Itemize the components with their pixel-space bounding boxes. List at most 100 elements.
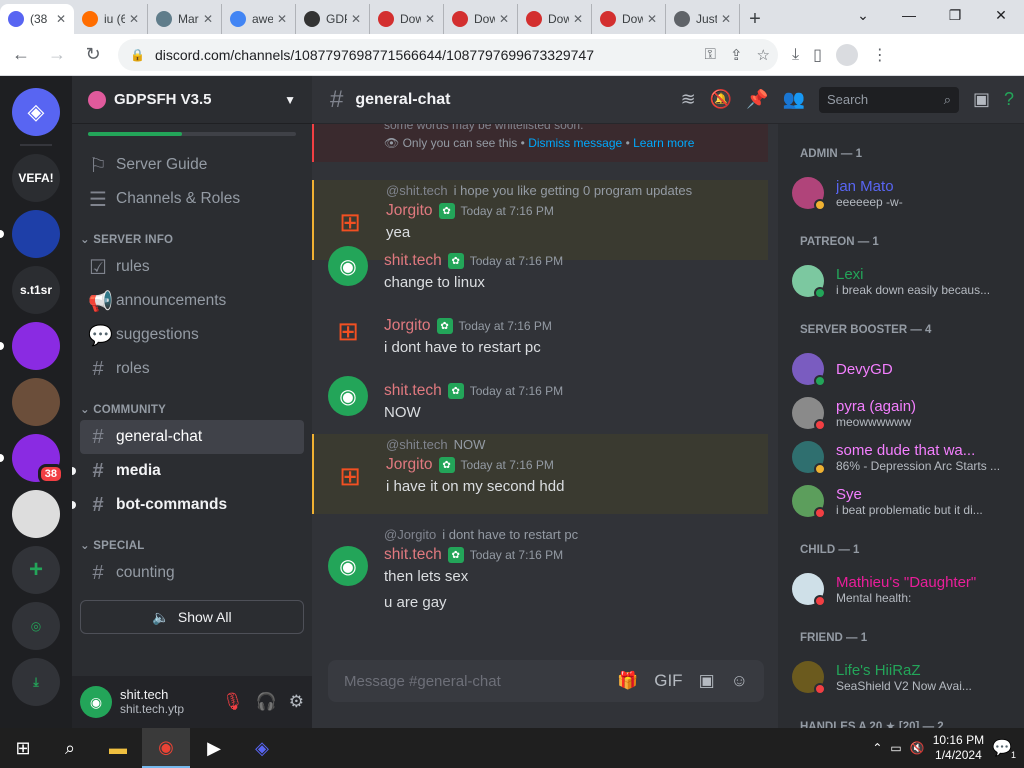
browser-tab[interactable]: Downl ✕: [370, 4, 444, 34]
inbox-icon[interactable]: ▣: [973, 89, 990, 110]
message-input[interactable]: Message #general-chat 🎁 GIF ▣ ☺: [328, 660, 764, 702]
forward-button[interactable]: →: [42, 40, 72, 70]
close-tab-icon[interactable]: ✕: [721, 12, 731, 26]
browser-tab[interactable]: iu (61(✕: [74, 4, 148, 34]
new-tab-button[interactable]: +: [740, 4, 770, 34]
close-tab-icon[interactable]: ✕: [425, 12, 435, 26]
download-icon[interactable]: ⤓: [792, 46, 799, 64]
browser-tab[interactable]: Downl ✕: [444, 4, 518, 34]
channel-category[interactable]: ⌄ SPECIAL: [80, 522, 304, 556]
share-icon[interactable]: ⇪: [730, 46, 743, 64]
channel-item[interactable]: # counting: [80, 556, 304, 590]
message[interactable]: ⊞ Jorgito ✿ Today at 7:16 PM i dont have to …: [312, 307, 768, 369]
message-author[interactable]: Jorgito: [386, 202, 433, 220]
avatar[interactable]: ◉: [328, 546, 368, 586]
member-item[interactable]: Mathieu's "Daughter" Mental health:: [792, 568, 1016, 610]
avatar[interactable]: ⊞: [330, 202, 370, 242]
explore-icon[interactable]: ◎: [12, 602, 60, 650]
chrome-icon[interactable]: ◉: [142, 728, 190, 768]
close-tab-icon[interactable]: ✕: [203, 12, 213, 26]
message-author[interactable]: shit.tech: [384, 382, 442, 400]
minimize-button[interactable]: —: [886, 0, 932, 30]
sidebar-item[interactable]: ⚐ Server Guide: [80, 148, 304, 182]
settings-gear-icon[interactable]: ⚙: [289, 692, 304, 712]
notification-bell-icon[interactable]: 🔕: [710, 89, 732, 110]
avatar[interactable]: ◉: [328, 376, 368, 416]
maximize-button[interactable]: ❐: [932, 0, 978, 30]
close-tab-icon[interactable]: ✕: [351, 12, 361, 26]
server-icon[interactable]: ◈: [12, 88, 60, 136]
message[interactable]: ⊞ @shit.tech NOW Jorgito ✿ Today at 7:16 PM i …: [312, 434, 768, 514]
discord-taskbar-icon[interactable]: ◈: [238, 728, 286, 768]
channel-item[interactable]: # bot-commands: [72, 488, 304, 522]
emoji-icon[interactable]: ☺: [731, 671, 748, 691]
close-tab-icon[interactable]: ✕: [129, 12, 139, 26]
guild-header[interactable]: GDPSFH V3.5 ▼: [72, 76, 312, 124]
key-icon[interactable]: ⚿: [705, 46, 716, 64]
sticker-icon[interactable]: ▣: [699, 671, 715, 691]
channel-category[interactable]: ⌄ SERVER INFO: [80, 216, 304, 250]
avatar[interactable]: ◉: [80, 686, 112, 718]
gif-icon[interactable]: GIF: [654, 671, 682, 691]
reply-preview[interactable]: @shit.tech NOW: [386, 434, 768, 454]
close-tab-icon[interactable]: ✕: [56, 12, 66, 26]
media-player-icon[interactable]: ▶: [190, 728, 238, 768]
channel-item[interactable]: # roles: [80, 352, 304, 386]
windows-start-icon[interactable]: ⊞: [0, 738, 46, 759]
channel-item[interactable]: 💬 suggestions: [80, 318, 304, 352]
gift-icon[interactable]: 🎁: [617, 671, 638, 691]
profile-icon[interactable]: [835, 43, 858, 66]
server-icon[interactable]: VEFA!: [12, 154, 60, 202]
member-item[interactable]: jan Mato eeeeeep -w-: [792, 172, 1016, 214]
search-icon[interactable]: ⌕: [46, 728, 94, 768]
browser-tab[interactable]: Downl ✕: [518, 4, 592, 34]
volume-icon[interactable]: 🔇: [910, 741, 925, 755]
learn-more-link[interactable]: Learn more: [633, 136, 694, 150]
threads-icon[interactable]: ≋: [681, 89, 696, 110]
download-apps-icon[interactable]: ⤓: [12, 658, 60, 706]
mute-mic-icon[interactable]: 🎙: [222, 692, 244, 712]
close-tab-icon[interactable]: ✕: [573, 12, 583, 26]
member-item[interactable]: DevyGD: [792, 348, 1016, 390]
channel-item[interactable]: ☑ rules: [80, 250, 304, 284]
message[interactable]: ◉ shit.tech ✿ Today at 7:16 PM change to lin…: [312, 242, 768, 304]
reply-preview[interactable]: @Jorgito i dont have to restart pc: [384, 524, 768, 544]
chevron-up-icon[interactable]: ⌃: [872, 741, 882, 755]
clock[interactable]: 10:16 PM 1/4/2024: [933, 733, 984, 763]
message-author[interactable]: Jorgito: [386, 456, 433, 474]
message-author[interactable]: shit.tech: [384, 252, 442, 270]
reload-button[interactable]: ↻: [78, 40, 108, 70]
message-author[interactable]: Jorgito: [384, 317, 431, 335]
browser-tab[interactable]: Just a ✕: [666, 4, 740, 34]
close-tab-icon[interactable]: ✕: [647, 12, 657, 26]
close-window-button[interactable]: ✕: [978, 0, 1024, 30]
search-input[interactable]: Search ⌕: [818, 86, 959, 113]
dismiss-link[interactable]: Dismiss message: [528, 136, 622, 150]
message[interactable]: ◉ @Jorgito i dont have to restart pc shit.t…: [312, 524, 768, 624]
close-tab-icon[interactable]: ✕: [277, 12, 287, 26]
browser-tab[interactable]: Downl ✕: [592, 4, 666, 34]
avatar[interactable]: ⊞: [328, 311, 368, 351]
member-item[interactable]: pyra (again) meowwwwww: [792, 392, 1016, 434]
network-icon[interactable]: ▭: [890, 741, 901, 755]
back-button[interactable]: ←: [6, 40, 36, 70]
member-item[interactable]: Sye i beat problematic but it di...: [792, 480, 1016, 522]
menu-kebab-icon[interactable]: ⋮: [872, 45, 888, 65]
server-icon[interactable]: s.t1sr: [12, 266, 60, 314]
bookmark-star-icon[interactable]: ☆: [757, 46, 770, 64]
sidebar-item[interactable]: ☰ Channels & Roles: [80, 182, 304, 216]
add-server-button[interactable]: +: [12, 546, 60, 594]
avatar[interactable]: ⊞: [330, 456, 370, 496]
server-icon[interactable]: 38: [0, 434, 64, 484]
channel-category[interactable]: ⌄ COMMUNITY: [80, 386, 304, 420]
browser-tab[interactable]: (38 ✕: [0, 4, 74, 34]
side-panel-icon[interactable]: ▯: [813, 45, 822, 65]
message-author[interactable]: shit.tech: [384, 546, 442, 564]
browser-tab[interactable]: aweso ✕: [222, 4, 296, 34]
avatar[interactable]: ◉: [328, 246, 368, 286]
channel-item[interactable]: 📢 announcements: [80, 284, 304, 318]
member-item[interactable]: Life's HiiRaZ SeaShield V2 Now Avai...: [792, 656, 1016, 698]
channel-item[interactable]: # general-chat: [80, 420, 304, 454]
address-bar[interactable]: 🔒 discord.com/channels/10877976987715666…: [118, 38, 778, 71]
member-item[interactable]: some dude that wa... 86% - Depression Arc…: [792, 436, 1016, 478]
